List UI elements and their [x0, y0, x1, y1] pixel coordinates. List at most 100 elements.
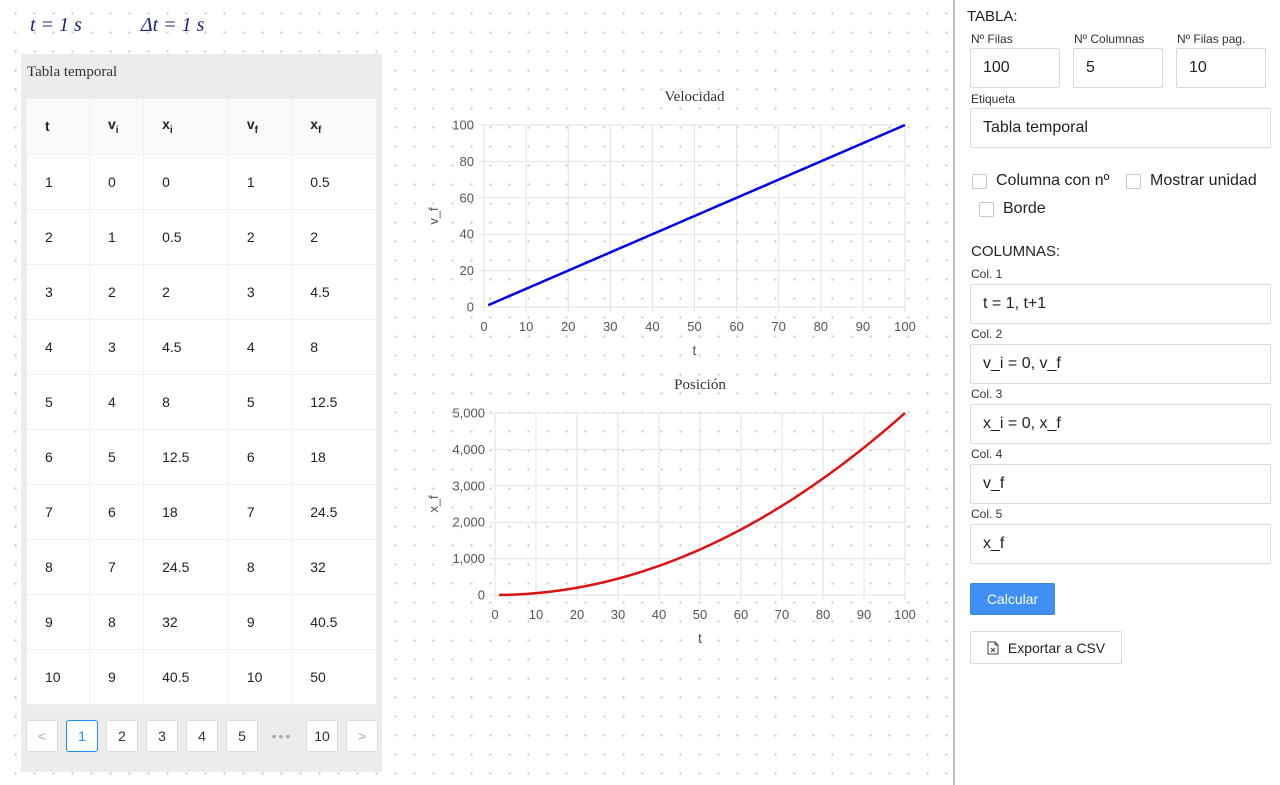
table-row: 3 2 2 3 4.5	[27, 264, 377, 320]
table-cell: 12.5	[291, 374, 377, 430]
rows-input[interactable]: 100	[970, 48, 1060, 88]
column-header-subscript: f	[318, 125, 322, 137]
table-cell: 9	[89, 649, 145, 705]
table-cell: 3	[27, 264, 90, 320]
table-cell: 2	[228, 209, 293, 265]
page-2-button[interactable]: 2	[106, 720, 138, 752]
y-tick-label: 2,000	[452, 515, 485, 530]
time-readout: t = 1 s Δt = 1 s	[30, 14, 258, 37]
col-2-label: Col. 2	[971, 327, 1003, 341]
table-section-title: TABLA:	[967, 8, 1018, 25]
table-cell: 40.5	[291, 594, 377, 650]
col-2-input[interactable]: v_i = 0, v_f	[970, 344, 1271, 384]
column-header: vf	[228, 99, 293, 155]
column-header-subscript: i	[115, 125, 119, 137]
table-cell: 50	[291, 649, 377, 705]
page-rows-input[interactable]: 10	[1176, 48, 1266, 88]
page-4-button[interactable]: 4	[186, 720, 218, 752]
columns-count-input[interactable]: 5	[1073, 48, 1163, 88]
col-1-input[interactable]: t = 1, t+1	[970, 284, 1271, 324]
tag-input[interactable]: Tabla temporal	[970, 108, 1271, 148]
col-3-label: Col. 3	[971, 387, 1003, 401]
table-cell: 32	[291, 539, 377, 595]
next-page-button[interactable]: >	[346, 720, 378, 752]
x-tick-label: 10	[529, 607, 543, 622]
table-header-row: t vi xi vf xf	[27, 99, 377, 155]
table-cell: 2	[291, 209, 377, 265]
x-axis-label: t	[698, 630, 702, 646]
y-axis-label: v_f	[426, 207, 441, 225]
table-row: 4 3 4.5 4 8	[27, 319, 377, 375]
table-cell: 1	[89, 209, 145, 265]
export-csv-label: Exportar a CSV	[1007, 639, 1106, 656]
file-excel-icon	[987, 641, 999, 655]
page-10-button[interactable]: 10	[306, 720, 338, 752]
table-cell: 8	[89, 594, 145, 650]
table-row: 2 1 0.5 2 2	[27, 209, 377, 265]
table-cell: 8	[291, 319, 377, 375]
x-tick-label: 30	[611, 607, 625, 622]
x-tick-label: 40	[645, 319, 659, 334]
table-cell: 7	[228, 484, 293, 540]
col-1-label: Col. 1	[971, 267, 1003, 281]
export-csv-button[interactable]: Exportar a CSV	[970, 631, 1122, 664]
table-cell: 10	[27, 649, 90, 705]
checkbox-box[interactable]	[972, 173, 987, 189]
table-row: 1 0 0 1 0.5	[27, 154, 377, 210]
table-cell: 8	[27, 539, 90, 595]
prev-page-button[interactable]: <	[26, 720, 58, 752]
y-tick-label: 40	[460, 227, 474, 242]
table-row: 8 7 24.5 8 32	[27, 539, 377, 595]
x-tick-label: 60	[734, 607, 748, 622]
y-tick-label: 1,000	[452, 551, 485, 566]
table-cell: 24.5	[143, 539, 229, 595]
table-row: 10 9 40.5 10 50	[27, 649, 377, 705]
table-cell: 5	[228, 374, 293, 430]
table-cell: 32	[143, 594, 229, 650]
tag-label: Etiqueta	[971, 92, 1016, 106]
page-1-button[interactable]: 1	[66, 720, 98, 752]
table-cell: 5	[27, 374, 90, 430]
delta-time-value: Δt = 1 s	[140, 14, 205, 36]
y-axis-label: x_f	[426, 495, 441, 513]
series-line	[487, 123, 906, 307]
y-tick-label: 4,000	[452, 442, 485, 457]
x-tick-label: 10	[519, 319, 533, 334]
show-units-checkbox[interactable]: Mostrar unidad	[1126, 172, 1257, 190]
x-tick-label: 90	[856, 319, 870, 334]
page-5-button[interactable]: 5	[226, 720, 258, 752]
table-cell: 2	[27, 209, 90, 265]
col-5-input[interactable]: x_f	[970, 524, 1271, 564]
checkbox-box[interactable]	[979, 201, 994, 217]
page-3-button[interactable]: 3	[146, 720, 178, 752]
border-checkbox[interactable]: Borde	[979, 200, 1046, 218]
column-header: xi	[143, 99, 229, 155]
x-tick-label: 60	[729, 319, 743, 334]
column-header: t	[27, 99, 90, 155]
velocity-chart: Velocidad 0 10 20 30 40 50 60 70 80 90 100 0 20 40 60 80…	[420, 80, 920, 370]
table-cell: 5	[89, 429, 145, 485]
table-row: 6 5 12.5 6 18	[27, 429, 377, 485]
table-cell: 18	[291, 429, 377, 485]
column-header-label: v	[107, 116, 116, 133]
table-cell: 6	[228, 429, 293, 485]
pagination: < 1 2 3 4 5 ••• 10 >	[26, 720, 386, 752]
numbered-column-checkbox[interactable]: Columna con nº	[972, 172, 1109, 190]
checkbox-box[interactable]	[1126, 173, 1141, 189]
table-caption: Tabla temporal	[27, 64, 118, 80]
calculate-button[interactable]: Calcular	[970, 583, 1055, 615]
pagination-ellipsis[interactable]: •••	[266, 720, 298, 752]
y-tick-label: 100	[452, 118, 474, 133]
col-4-input[interactable]: v_f	[970, 464, 1271, 504]
table-cell: 0.5	[143, 209, 229, 265]
x-tick-label: 50	[693, 607, 707, 622]
table-cell: 4.5	[143, 319, 229, 375]
col-3-input[interactable]: x_i = 0, x_f	[970, 404, 1271, 444]
table-row: 9 8 32 9 40.5	[27, 594, 377, 650]
table-panel: Tabla temporal t vi xi vf xf 1 0 0 1 0.5 2 1 0.5 2 2 3…	[21, 54, 382, 772]
x-tick-label: 80	[814, 319, 828, 334]
rows-label: Nº Filas	[971, 32, 1013, 46]
x-tick-label: 50	[687, 319, 701, 334]
column-header-label: v	[246, 116, 255, 133]
table-cell: 4	[228, 319, 293, 375]
